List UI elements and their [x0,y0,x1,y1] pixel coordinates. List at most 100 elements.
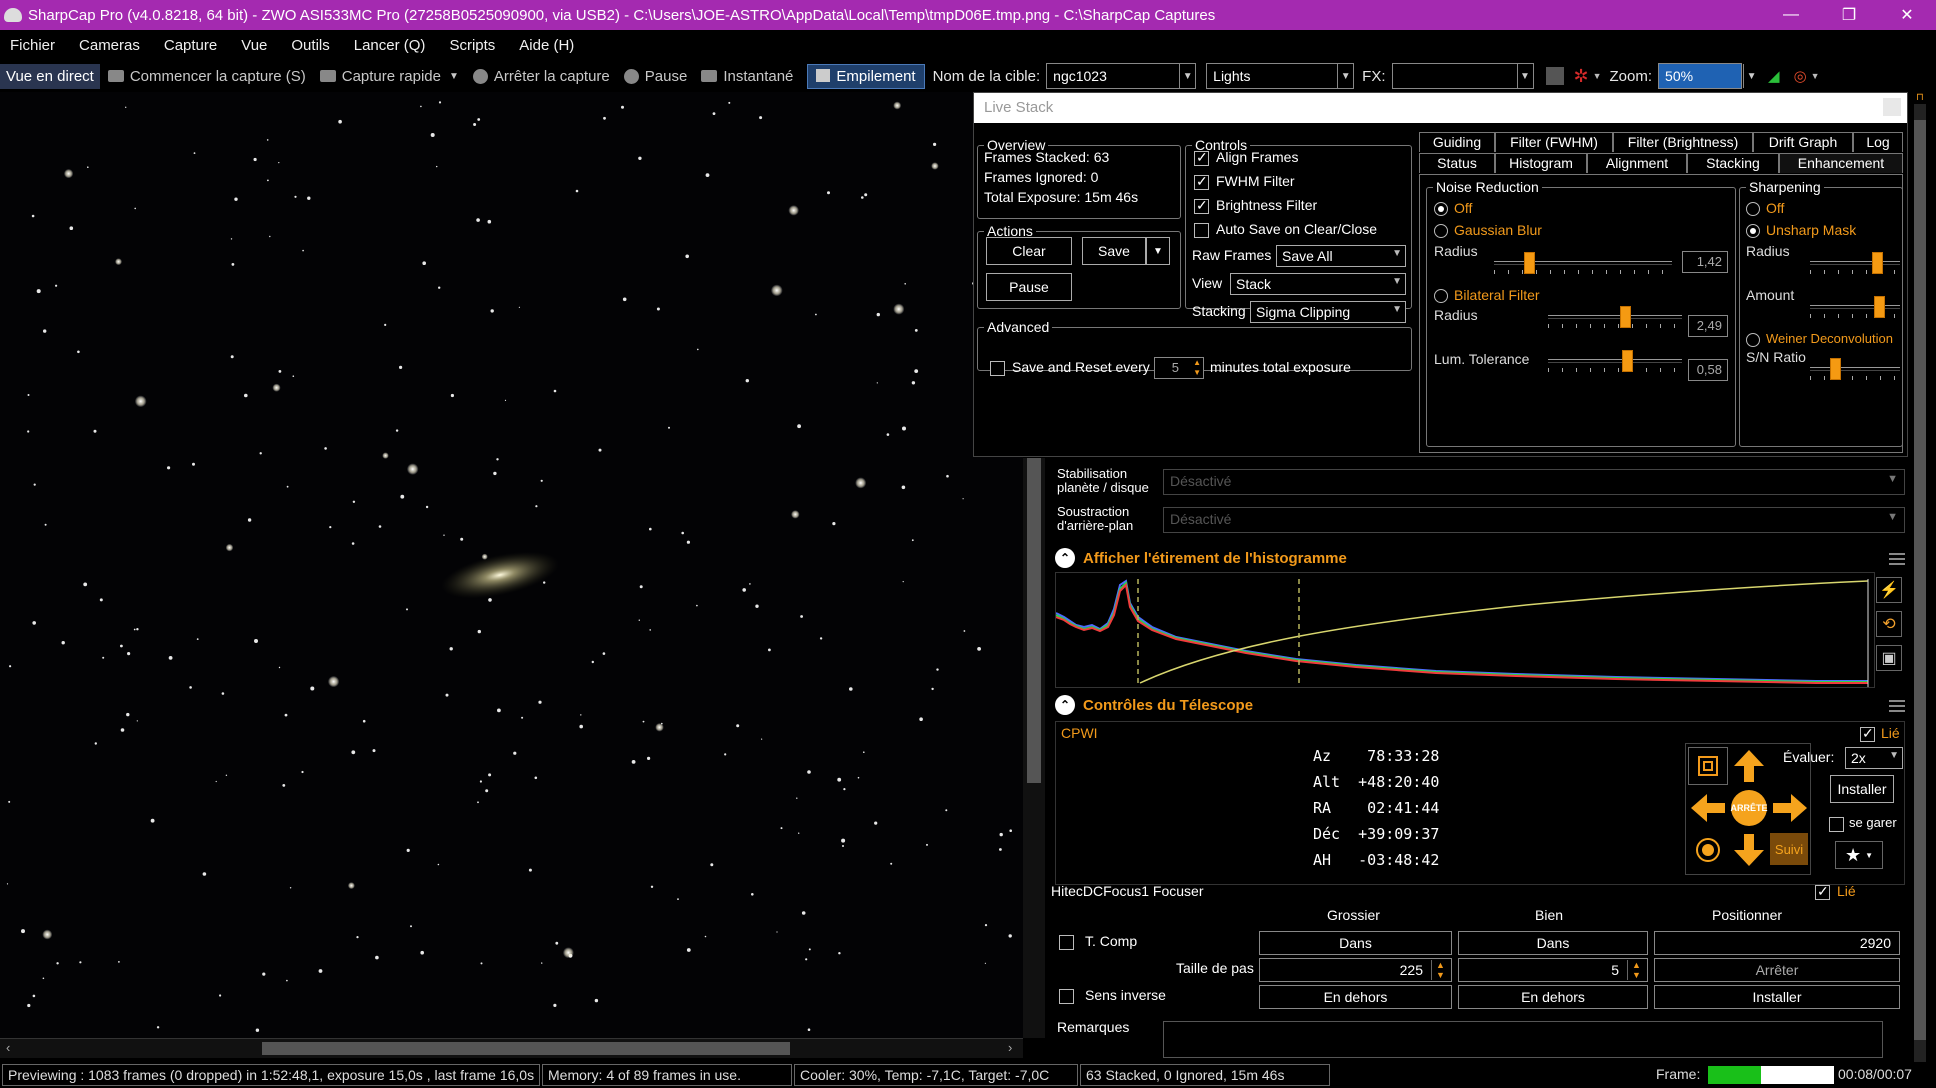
brightness-filter-checkbox[interactable] [1194,197,1209,214]
bilateral-filter-radio[interactable] [1434,289,1448,303]
slider-knob[interactable] [1620,306,1631,328]
move-east-button[interactable] [1770,789,1810,827]
bilateral-radius-slider[interactable] [1548,306,1682,328]
tab-enhancement[interactable]: Enhancement [1779,153,1903,173]
temperature-compensation-checkbox[interactable] [1059,935,1074,950]
histogram-chart[interactable]: ⚡ ⟲ ▣ [1055,572,1902,688]
chevron-down-icon[interactable]: ▼ [449,71,459,82]
spinner-icon[interactable]: ▲ ▼ [1627,960,1645,980]
spinner-icon[interactable]: ▲ ▼ [1431,960,1449,980]
close-icon[interactable] [1883,98,1901,116]
focuser-setup-button[interactable]: Installer [1654,985,1900,1009]
menu-aide[interactable]: Aide (H) [519,37,574,54]
camera-preview-image[interactable] [0,92,1023,1038]
tab-filter-fwhm[interactable]: Filter (FWHM) [1495,132,1613,152]
tab-drift-graph[interactable]: Drift Graph [1753,132,1853,152]
unsharp-radius-slider[interactable] [1810,252,1900,274]
gaussian-blur-radio[interactable] [1434,224,1448,238]
move-south-button[interactable] [1729,831,1769,869]
auto-save-checkbox[interactable] [1194,223,1209,238]
menu-scripts[interactable]: Scripts [449,37,495,54]
restore-button[interactable]: ❐ [1820,0,1878,30]
menu-outils[interactable]: Outils [291,37,329,54]
tab-stacking[interactable]: Stacking [1687,153,1779,173]
menu-lancer[interactable]: Lancer (Q) [354,37,426,54]
histogram-toggle-icon[interactable]: ◢ [1768,67,1780,85]
star-target-button[interactable]: ★ ▼ [1835,841,1883,869]
target-name-input[interactable]: ngc1023 ▼ [1046,63,1197,89]
image-icon[interactable] [1545,67,1564,85]
minimize-button[interactable]: — [1762,0,1820,30]
mount-linked-checkbox[interactable] [1860,725,1875,742]
spinner-icon[interactable]: ▲ ▼ [1193,358,1201,378]
close-button[interactable]: ✕ [1878,0,1936,30]
focus-out-coarse-button[interactable]: En dehors [1259,985,1452,1009]
lum-tolerance-slider[interactable] [1548,350,1682,372]
pin-icon[interactable]: ⊓ [1916,92,1924,103]
menu-cameras[interactable]: Cameras [79,37,140,54]
fx-select[interactable]: ▼ [1391,63,1534,89]
chevron-down-icon[interactable]: ▼ [1811,71,1820,81]
sync-icon[interactable] [1688,747,1728,785]
slider-knob[interactable] [1524,252,1535,274]
slider-knob[interactable] [1872,252,1883,274]
histogram-section-header[interactable]: ⌃ Afficher l'étirement de l'histogramme [1045,544,1895,572]
stop-capture-button[interactable]: Arrêter la capture [472,68,610,85]
snapshot-button[interactable]: Instantané [701,68,793,85]
unsharp-amount-slider[interactable] [1810,296,1900,318]
tab-histogram[interactable]: Histogram [1495,153,1587,173]
tab-filter-brightness[interactable]: Filter (Brightness) [1613,132,1753,152]
tab-alignment[interactable]: Alignment [1587,153,1687,173]
raw-frames-select[interactable]: Save All ▼ [1276,245,1406,267]
lum-tolerance-value[interactable]: 0,58 [1688,359,1728,381]
slew-rate-select[interactable]: 2x ▼ [1845,747,1903,769]
park-checkbox[interactable] [1829,817,1844,832]
save-reset-checkbox[interactable] [990,361,1005,376]
unsharp-mask-radio[interactable] [1746,224,1760,238]
live-view-button[interactable]: Vue en direct [0,63,100,89]
tab-log[interactable]: Log [1853,132,1903,152]
slider-knob[interactable] [1830,358,1841,380]
background-subtraction-select[interactable]: Désactivé ▼ [1163,507,1905,533]
gaussian-radius-slider[interactable] [1494,252,1672,274]
quick-capture-button[interactable]: Capture rapide ▼ [319,68,459,85]
menu-fichier[interactable]: Fichier [10,37,55,54]
menu-vue[interactable]: Vue [241,37,267,54]
settings-target-icon[interactable]: ◎ [1794,67,1807,85]
collapse-icon[interactable]: ⌃ [1055,695,1075,715]
fine-step-input[interactable]: 5 ▲ ▼ [1458,958,1648,982]
slider-knob[interactable] [1622,350,1633,372]
pause-button[interactable]: Pause [623,68,687,85]
pause-stack-button[interactable]: Pause [986,273,1072,301]
collapse-icon[interactable]: ⌃ [1055,548,1075,568]
menu-icon[interactable] [1889,700,1905,712]
menu-capture[interactable]: Capture [164,37,217,54]
tracking-button[interactable]: Suivi [1770,833,1808,865]
sn-ratio-slider[interactable] [1810,358,1900,380]
start-capture-button[interactable]: Commencer la capture (S) [107,68,306,85]
horizontal-scrollbar[interactable]: ‹ › [0,1038,1023,1058]
scroll-left-icon[interactable]: ‹ [6,1040,10,1055]
move-west-button[interactable] [1688,789,1728,827]
scroll-right-icon[interactable]: › [1008,1040,1012,1055]
right-panel-scrollbar[interactable]: ⊓ [1910,92,1932,1064]
frame-type-select[interactable]: Lights ▼ [1206,63,1355,89]
auto-stretch-icon[interactable]: ⚡ [1876,577,1902,603]
focus-in-fine-button[interactable]: Dans [1458,931,1648,955]
focus-in-coarse-button[interactable]: Dans [1259,931,1452,955]
zoom-select[interactable]: 50% ▼ [1658,63,1760,89]
stabilisation-select[interactable]: Désactivé ▼ [1163,469,1905,495]
chevron-down-icon[interactable]: ▼ [1593,71,1602,81]
scrollbar-thumb[interactable] [1027,458,1041,783]
save-reset-minutes-input[interactable]: 5 ▲ ▼ [1154,357,1204,379]
target-icon[interactable] [1688,831,1728,869]
bilateral-radius-value[interactable]: 2,49 [1688,315,1728,337]
vertical-scrollbar[interactable] [1023,458,1045,1038]
reticle-icon[interactable]: ✲ [1574,66,1589,87]
save-button[interactable]: Save [1082,237,1146,265]
noise-off-radio[interactable] [1434,202,1448,216]
weiner-deconvolution-radio[interactable] [1746,333,1760,347]
sharpening-off-radio[interactable] [1746,202,1760,216]
clear-button[interactable]: Clear [986,237,1072,265]
tab-status[interactable]: Status [1419,153,1495,173]
